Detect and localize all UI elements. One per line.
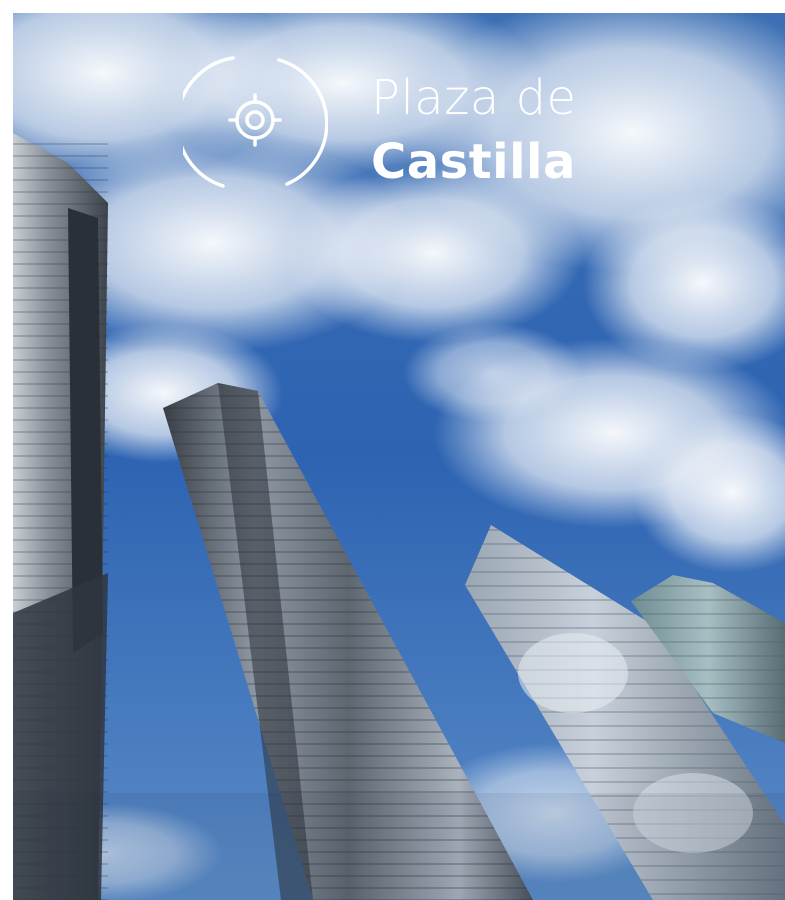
location-title: Plaza de Castilla — [371, 74, 577, 186]
left-tower — [13, 133, 108, 900]
title-line-1: Plaza de — [371, 70, 577, 126]
title-block: Plaza de Castilla — [183, 50, 623, 200]
location-target-icon — [183, 56, 328, 188]
photo-card: Plaza de Castilla — [13, 13, 785, 900]
title-line-2: Castilla — [371, 134, 576, 190]
